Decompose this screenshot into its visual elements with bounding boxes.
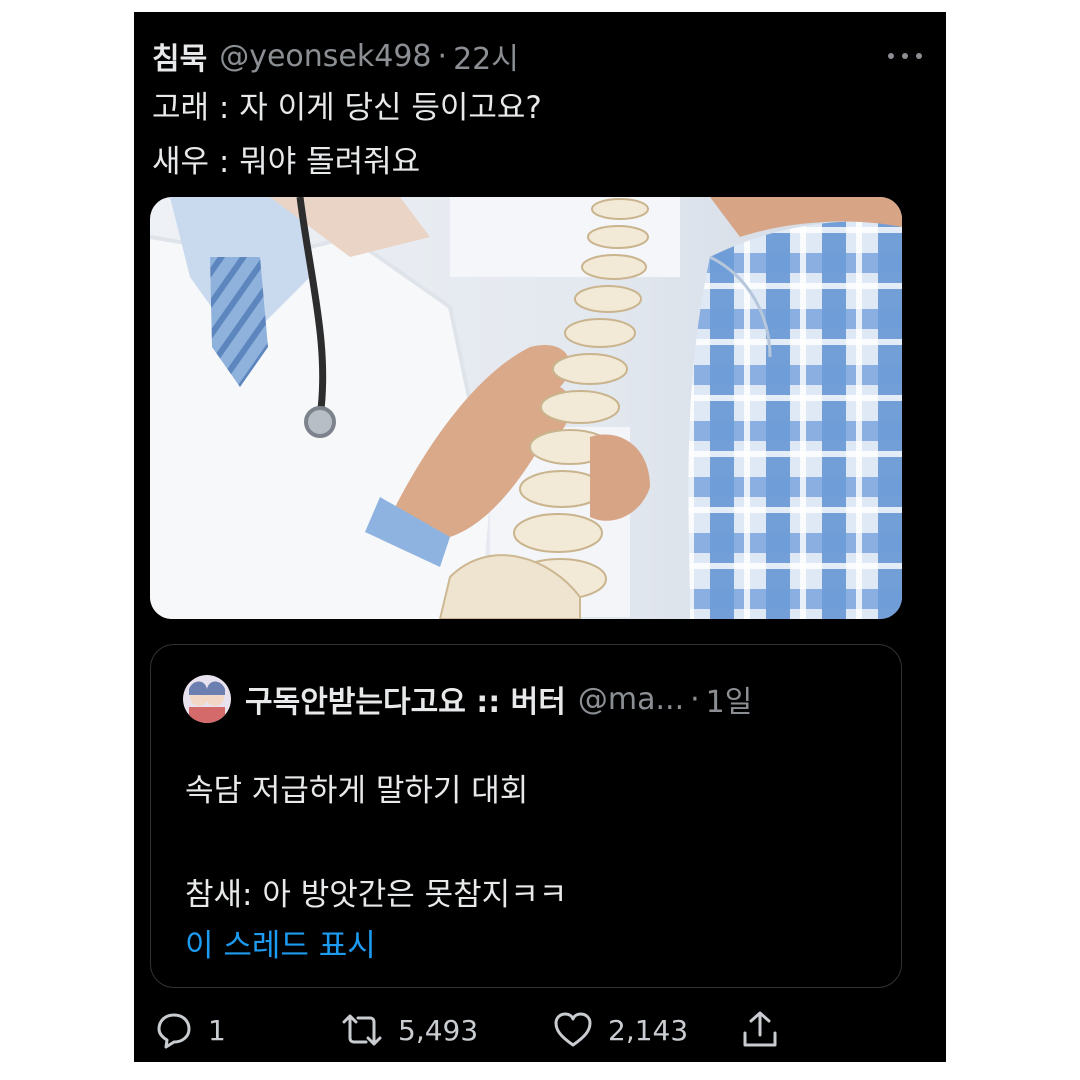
like-count: 2,143 [608,1013,689,1047]
share-icon [743,1011,777,1047]
tweet-header: 침묵 @yeonsek498 · 22시 [152,34,928,78]
tweet-photo[interactable] [150,197,902,619]
like-icon [554,1012,592,1047]
retweet-count: 5,493 [398,1013,479,1047]
retweet-button[interactable]: 5,493 [340,1007,478,1053]
reply-icon [157,1013,191,1049]
tweet-text-line-1: 고래 : 자 이게 당신 등이고요? [152,90,542,126]
quoted-author-handle[interactable]: @ma... [578,682,684,717]
tweet-text-line-2: 새우 : 뭐야 돌려줘요 [152,144,421,180]
avatar[interactable] [183,675,231,723]
tweet-timestamp[interactable]: 22시 [453,34,519,78]
quoted-tweet-timestamp[interactable]: 1일 [706,677,753,721]
reply-button[interactable]: 1 [154,1007,226,1053]
like-button[interactable]: 2,143 [552,1007,688,1053]
more-icon[interactable] [882,38,928,74]
quoted-author-name[interactable]: 구독안받는다고요 :: 버터 [245,677,566,721]
retweet-icon [342,1014,382,1046]
header-separator: · [437,38,448,74]
quoted-text-line-1: 속담 저급하게 말하기 대회 [185,773,529,809]
author-handle[interactable]: @yeonsek498 [219,39,431,74]
share-button[interactable] [740,1007,780,1053]
tweet-card[interactable]: 침묵 @yeonsek498 · 22시 고래 : 자 이게 당신 등이고요? … [134,12,946,1062]
show-thread-link[interactable]: 이 스레드 표시 [185,920,376,965]
action-bar: 1 5,493 2,143 [154,1007,914,1053]
quoted-text-line-2: 참새: 아 방앗간은 못참지ㅋㅋ [185,877,568,913]
quoted-tweet-header: 구독안받는다고요 :: 버터 @ma... · 1일 [183,675,752,723]
quoted-header-separator: · [690,681,700,717]
doctor-spine-model-image [150,197,902,619]
reply-count: 1 [208,1013,226,1047]
quoted-tweet[interactable]: 구독안받는다고요 :: 버터 @ma... · 1일 속담 저급하게 말하기 대… [150,644,902,988]
author-name[interactable]: 침묵 [152,34,207,78]
